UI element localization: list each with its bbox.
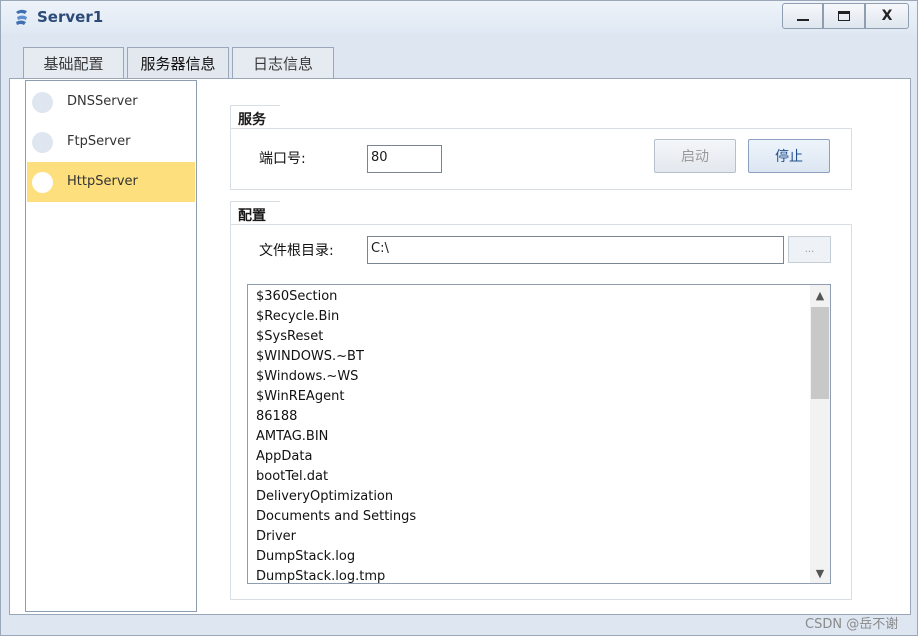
list-item[interactable]: Documents and Settings [256, 509, 416, 524]
chevron-up-icon[interactable]: ▲ [810, 285, 830, 305]
list-item[interactable]: DumpStack.log.tmp [256, 569, 385, 583]
tab-label: 基础配置 [43, 55, 104, 73]
maximize-icon [838, 11, 850, 21]
close-icon: X [881, 8, 893, 24]
list-item[interactable]: $360Section [256, 289, 337, 304]
server-list: DNSServer FtpServer HttpServer [25, 80, 197, 612]
maximize-button[interactable] [823, 3, 865, 29]
tab-log-info[interactable]: 日志信息 [232, 47, 334, 79]
list-item[interactable]: 86188 [256, 409, 297, 424]
server-item-ftp[interactable]: FtpServer [27, 122, 195, 162]
server-item-label: DNSServer [67, 94, 138, 109]
start-button[interactable]: 启动 [654, 139, 736, 173]
browse-button[interactable]: ... [788, 236, 831, 263]
server-app-icon [16, 9, 27, 25]
chevron-down-icon[interactable]: ▼ [810, 563, 830, 583]
tab-label: 日志信息 [252, 55, 313, 73]
list-item[interactable]: $WinREAgent [256, 389, 344, 404]
server-window: Server1 X 基础配置 服务器信息 日志信息 DNSServer FtpS… [0, 0, 918, 636]
window-title: Server1 [37, 8, 104, 26]
status-dot-icon [32, 132, 53, 153]
server-item-label: FtpServer [67, 134, 131, 149]
status-dot-icon [32, 172, 53, 193]
status-dot-icon [32, 92, 53, 113]
title-bar[interactable]: Server1 X [1, 1, 917, 34]
list-item[interactable]: AMTAG.BIN [256, 429, 328, 444]
minimize-icon [796, 19, 809, 21]
tab-label: 服务器信息 [140, 55, 216, 73]
scrollbar-thumb[interactable] [811, 307, 829, 399]
list-item[interactable]: DumpStack.log [256, 549, 355, 564]
list-item[interactable]: bootTel.dat [256, 469, 328, 484]
watermark: CSDN @岳不谢 [805, 617, 899, 632]
root-dir-label: 文件根目录: [259, 243, 334, 259]
close-button[interactable]: X [865, 3, 909, 29]
list-item[interactable]: $WINDOWS.~BT [256, 349, 364, 364]
port-label: 端口号: [259, 151, 306, 167]
stop-button[interactable]: 停止 [748, 139, 830, 173]
server-item-label: HttpServer [67, 174, 138, 189]
list-item[interactable]: Driver [256, 529, 296, 544]
server-item-dns[interactable]: DNSServer [27, 82, 195, 122]
file-list[interactable]: $360Section $Recycle.Bin $SysReset $WINDOWS… [247, 284, 831, 584]
list-item[interactable]: $Recycle.Bin [256, 309, 339, 324]
minimize-button[interactable] [782, 3, 823, 29]
port-input[interactable]: 80 [367, 145, 442, 173]
tab-server-info[interactable]: 服务器信息 [127, 47, 229, 79]
server-item-http[interactable]: HttpServer [27, 162, 195, 202]
list-item[interactable]: AppData [256, 449, 312, 464]
scrollbar[interactable]: ▲ ▼ [810, 285, 830, 583]
list-item[interactable]: DeliveryOptimization [256, 489, 393, 504]
list-item[interactable]: $SysReset [256, 329, 323, 344]
root-dir-input[interactable]: C:\ [367, 236, 784, 264]
tab-basic-config[interactable]: 基础配置 [23, 47, 124, 79]
list-item[interactable]: $Windows.~WS [256, 369, 358, 384]
